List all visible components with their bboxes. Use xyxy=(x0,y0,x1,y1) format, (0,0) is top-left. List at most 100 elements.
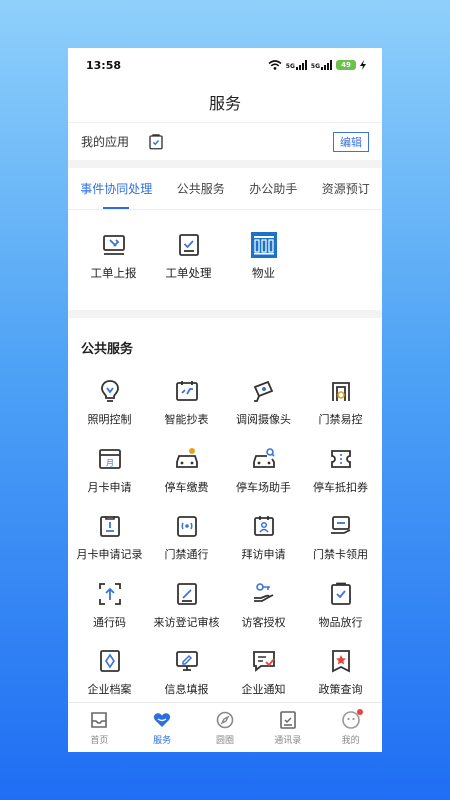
nav-label: 服务 xyxy=(153,735,172,746)
edit-button[interactable]: 编辑 xyxy=(333,131,369,152)
register-audit-icon xyxy=(176,582,197,605)
status-icons: 5G 5G 49 xyxy=(268,60,366,70)
tool-monitor-icon xyxy=(102,235,125,255)
parking-pay-item[interactable]: 停车缴费 xyxy=(148,438,225,506)
ticket-icon xyxy=(330,449,351,468)
nav-label: 首页 xyxy=(90,735,109,746)
item-label: 门禁卡领用 xyxy=(313,548,368,561)
access-card-collect-item[interactable]: 门禁卡领用 xyxy=(302,505,379,573)
building-logo-icon xyxy=(250,232,277,258)
monthly-card-record-item[interactable]: 月卡申请记录 xyxy=(71,505,148,573)
item-label: 政策查询 xyxy=(318,683,363,696)
item-label: 来访登记审核 xyxy=(153,615,220,629)
section-divider xyxy=(68,310,382,318)
contacts-icon xyxy=(279,710,296,729)
car-search-icon xyxy=(252,447,275,468)
item-label: 企业档案 xyxy=(87,683,132,696)
nav-label: 通讯录 xyxy=(274,735,302,746)
work-order-report-item[interactable]: 工单上报 xyxy=(76,232,151,310)
work-order-process-item[interactable]: 工单处理 xyxy=(151,232,226,310)
lighting-control-item[interactable]: 照明控制 xyxy=(71,370,148,438)
battery-level: 49 xyxy=(336,60,356,70)
nav-contacts[interactable]: 通讯录 xyxy=(258,710,318,746)
gate-control-item[interactable]: 门禁易控 xyxy=(302,370,379,438)
tab-resource-booking[interactable]: 资源预订 xyxy=(322,168,370,210)
nav-profile[interactable]: 我的 xyxy=(321,708,381,746)
item-label: 门禁易控 xyxy=(318,413,363,426)
item-label: 停车缴费 xyxy=(164,480,209,494)
visitor-auth-item[interactable]: 访客授权 xyxy=(225,573,302,641)
policy-star-icon xyxy=(331,650,350,673)
network-type-label: 5G xyxy=(310,63,320,70)
camera-view-item[interactable]: 调阅摄像头 xyxy=(225,370,302,438)
company-archive-item[interactable]: 企业档案 xyxy=(71,640,148,708)
compass-icon xyxy=(216,711,234,728)
item-release-item[interactable]: 物品放行 xyxy=(302,573,379,641)
item-label: 企业通知 xyxy=(241,683,286,696)
visitor-register-audit-item[interactable]: 来访登记审核 xyxy=(148,573,225,641)
check-doc-icon xyxy=(178,234,199,256)
item-label: 门禁通行 xyxy=(164,548,209,561)
calendar-month-icon: 月 xyxy=(98,448,121,469)
parking-assistant-item[interactable]: 停车场助手 xyxy=(225,438,302,506)
item-label: 物品放行 xyxy=(318,615,363,629)
archive-icon xyxy=(99,650,120,672)
property-item[interactable]: 物业 xyxy=(226,232,301,310)
notification-badge xyxy=(356,708,363,715)
my-apps-row: 我的应用 编辑 xyxy=(68,122,382,160)
inbox-icon xyxy=(91,711,108,728)
clipboard-check-icon xyxy=(330,582,351,605)
tab-office-assistant[interactable]: 办公助手 xyxy=(249,168,297,210)
nav-label: 我的 xyxy=(341,735,360,746)
clipboard-check-icon[interactable] xyxy=(147,133,165,151)
nav-service[interactable]: 服务 xyxy=(132,710,192,746)
access-pass-icon xyxy=(176,516,197,537)
page-title-bar: 服务 xyxy=(68,82,382,122)
item-label: 工单处理 xyxy=(165,266,212,280)
item-label: 月卡申请记录 xyxy=(76,548,143,561)
nav-circle[interactable]: 圆圈 xyxy=(195,710,255,746)
bottom-nav: 首页 服务 圆圈 通讯录 我的 xyxy=(68,702,382,752)
info-report-item[interactable]: 信息填报 xyxy=(148,640,225,708)
meter-icon xyxy=(175,381,198,401)
record-icon xyxy=(99,516,120,537)
nav-home[interactable]: 首页 xyxy=(69,710,129,746)
visit-apply-item[interactable]: 拜访申请 xyxy=(225,505,302,573)
monitor-edit-icon xyxy=(175,651,198,671)
page-title: 服务 xyxy=(208,94,241,113)
heart-icon xyxy=(154,712,171,727)
company-notice-item[interactable]: 企业通知 xyxy=(225,640,302,708)
key-hand-icon xyxy=(253,582,273,602)
smart-meter-item[interactable]: 智能抄表 xyxy=(148,370,225,438)
pass-code-item[interactable]: 通行码 xyxy=(71,573,148,641)
tab-public-service[interactable]: 公共服务 xyxy=(177,168,225,210)
car-pay-icon xyxy=(175,447,198,468)
parking-coupon-item[interactable]: 停车抵扣券 xyxy=(302,438,379,506)
nav-label: 圆圈 xyxy=(215,735,234,746)
monthly-card-apply-item[interactable]: 月 月卡申请 xyxy=(71,438,148,506)
item-label: 智能抄表 xyxy=(164,413,209,426)
network-type-label: 5G xyxy=(285,63,295,70)
item-label: 物业 xyxy=(252,266,275,280)
tab-event-collab[interactable]: 事件协同处理 xyxy=(80,168,152,210)
charging-icon xyxy=(360,60,366,70)
item-label: 拜访申请 xyxy=(241,548,286,561)
status-bar: 13:58 5G 5G 49 xyxy=(68,48,382,82)
section-title: 公共服务 xyxy=(81,342,134,357)
signal-icon xyxy=(295,60,307,70)
access-pass-item[interactable]: 门禁通行 xyxy=(148,505,225,573)
public-service-grid: 照明控制 智能抄表 调阅摄像头 门禁易控 月 月卡申请 停车缴费 停车场助手 停… xyxy=(68,366,382,708)
item-label: 月卡申请 xyxy=(87,480,132,494)
smile-icon-wrapper xyxy=(341,708,363,730)
policy-query-item[interactable]: 政策查询 xyxy=(302,640,379,708)
scan-code-icon xyxy=(98,582,121,605)
signal-icon xyxy=(321,60,332,70)
card-collect-icon xyxy=(330,516,350,534)
svg-text:月: 月 xyxy=(106,458,114,467)
phone-screen: 13:58 5G 5G 49 服务 我的应用 编辑 事件协同处理 公共服务 办公… xyxy=(68,48,382,752)
item-label: 停车场助手 xyxy=(236,480,291,494)
visit-icon xyxy=(253,516,274,536)
wifi-icon xyxy=(268,60,282,70)
gate-icon xyxy=(331,382,350,401)
my-apps-label: 我的应用 xyxy=(81,135,130,149)
